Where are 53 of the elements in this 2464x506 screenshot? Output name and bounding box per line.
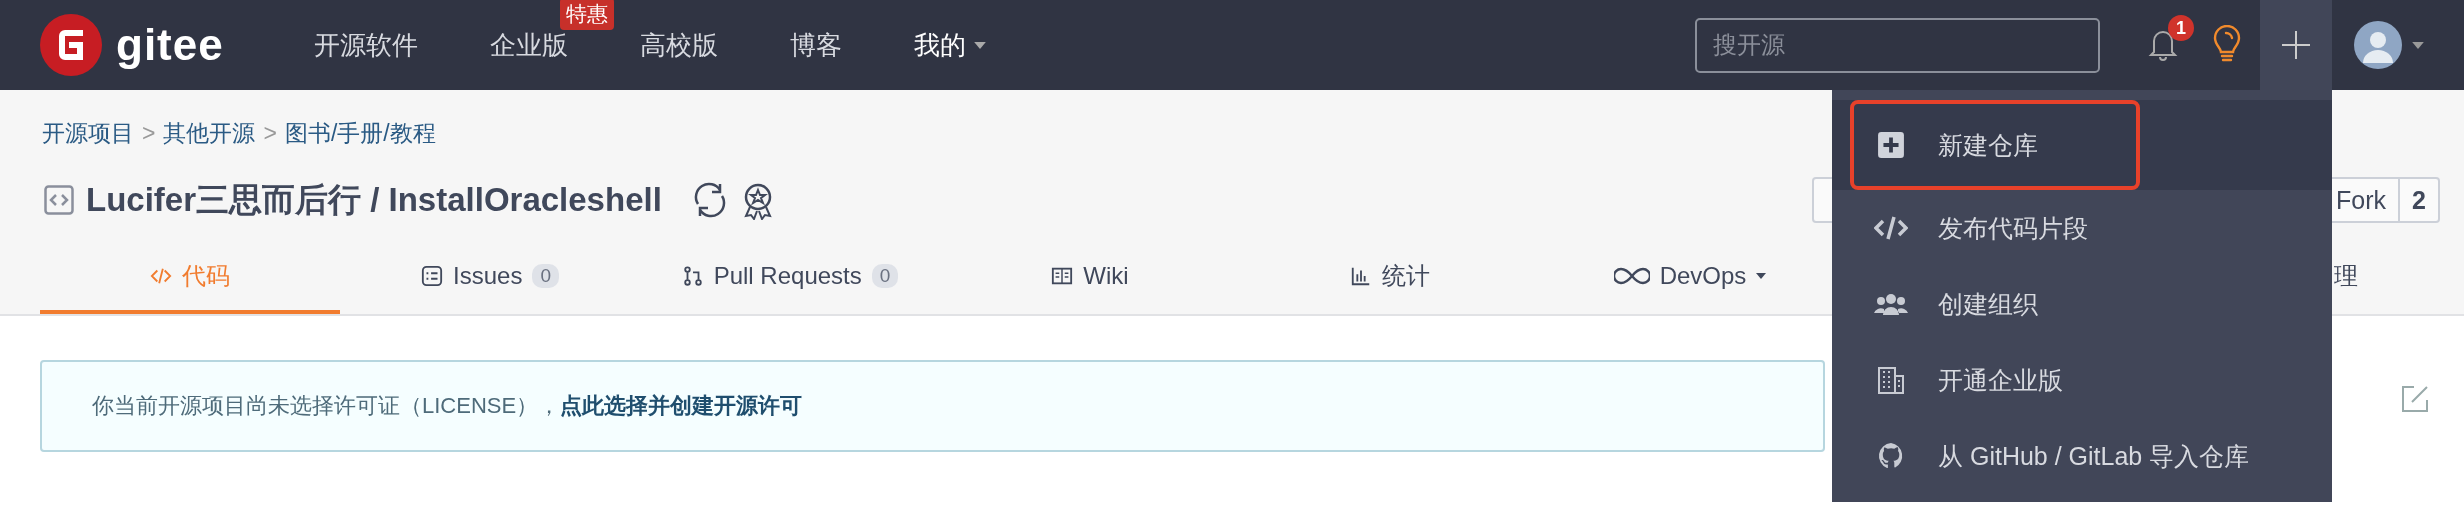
code-icon — [1874, 214, 1908, 242]
tab-label[interactable]: DevOps — [1659, 262, 1747, 290]
tab[interactable]: Issues 0 — [340, 242, 640, 314]
bar-chart-icon — [1350, 265, 1372, 287]
caret-icon[interactable] — [973, 41, 986, 49]
nav-link[interactable]: 博客 — [789, 27, 842, 63]
plus-icon[interactable] — [2280, 29, 2312, 61]
menu-label[interactable]: 创建组织 — [1938, 287, 2038, 321]
nav-link[interactable]: 企业版 — [489, 27, 568, 63]
tab-label[interactable]: 统计 — [1382, 260, 1430, 292]
breadcrumb-separator: > — [263, 119, 277, 147]
notification-count: 1 — [2168, 15, 2194, 41]
list-icon — [421, 265, 443, 287]
tab[interactable]: Pull Requests 0 — [640, 242, 940, 314]
breadcrumb-link[interactable]: 其他开源 — [163, 117, 256, 149]
tab-label[interactable]: Pull Requests — [713, 262, 862, 290]
breadcrumb-separator: > — [142, 119, 156, 147]
tab-label[interactable]: Issues — [453, 262, 523, 290]
menu-label[interactable]: 从 GitHub / GitLab 导入仓库 — [1938, 439, 2250, 473]
infinity-icon — [1613, 267, 1650, 285]
count-badge: 0 — [871, 264, 899, 288]
menu-label[interactable]: 新建仓库 — [1938, 128, 2038, 162]
avatar-icon[interactable] — [2354, 21, 2402, 69]
pull-request-icon — [681, 265, 704, 287]
code-icon — [44, 185, 74, 215]
tab[interactable]: 理 — [2334, 242, 2464, 314]
nav-link[interactable]: 高校版 — [639, 27, 718, 63]
repo-title[interactable]: Lucifer三思而后行 / InstallOracleshell — [86, 177, 662, 223]
menu-item[interactable]: 从 GitHub / GitLab 导入仓库 — [1832, 418, 2332, 494]
tab[interactable]: 统计 — [1240, 242, 1540, 314]
nav-link[interactable]: 开源软件 — [313, 27, 418, 63]
notice-text: 你当前开源项目尚未选择许可证（LICENSE）， — [92, 392, 561, 420]
logo-icon[interactable] — [40, 14, 102, 76]
logo-text[interactable]: gitee — [116, 20, 224, 70]
tab[interactable]: Wiki — [940, 242, 1240, 314]
nav-link[interactable]: 我的 — [913, 27, 966, 63]
menu-item[interactable]: 开通企业版 — [1832, 342, 2332, 418]
promo-badge: 特惠 — [559, 0, 614, 30]
breadcrumb-link[interactable]: 图书/手册/教程 — [284, 117, 436, 149]
count-badge: 0 — [532, 264, 559, 288]
breadcrumb-link[interactable]: 开源项目 — [42, 117, 134, 149]
menu-label[interactable]: 发布代码片段 — [1938, 211, 2088, 245]
tab-label[interactable]: 理 — [2334, 260, 2358, 292]
caret-icon[interactable] — [2412, 41, 2424, 49]
license-link[interactable]: 点此选择并创建开源许可 — [560, 391, 803, 421]
tab-label[interactable]: Wiki — [1083, 262, 1129, 290]
search-field[interactable]: 搜开源 — [1695, 17, 2100, 73]
caret-icon[interactable] — [1756, 273, 1767, 279]
menu-item[interactable]: 新建仓库 — [1832, 100, 2332, 190]
fork-count[interactable]: 2 — [2398, 179, 2438, 221]
menu-label[interactable]: 开通企业版 — [1938, 363, 2063, 397]
book-icon — [1051, 265, 1074, 287]
fork-label[interactable]: Fork — [2336, 179, 2399, 221]
